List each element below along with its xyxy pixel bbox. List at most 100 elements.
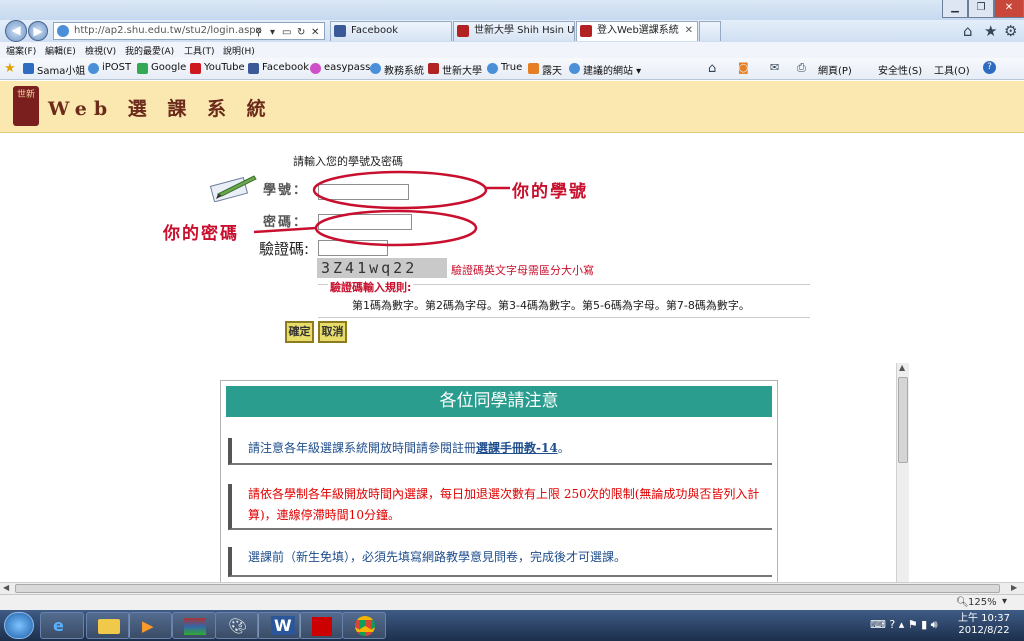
taskbar-clock[interactable]: 上午 10:37 2012/8/22 [958, 613, 1010, 637]
mail-icon[interactable]: ✉ [770, 61, 779, 74]
tab-label: 世新大學 Shih Hsin Un... [474, 25, 575, 36]
gear-icon[interactable]: ⚙ [1004, 22, 1017, 40]
ie-icon [487, 63, 498, 74]
chrome-icon [355, 616, 375, 636]
compatibility-icon[interactable]: ▭ [282, 25, 291, 41]
taskbar-explorer[interactable] [86, 612, 130, 639]
fav-label: 建議的網站 [583, 66, 633, 77]
captcha-rule-title: 驗證碼輸入規則: [328, 279, 414, 295]
search-icon[interactable]: ⚲ [255, 25, 262, 41]
cancel-button[interactable]: 取消 [318, 321, 347, 343]
play-icon: ▶ [142, 617, 154, 635]
print-icon[interactable]: ⎙ [797, 61, 806, 75]
scroll-up-icon[interactable]: ▲ [899, 363, 905, 372]
ruten-icon [528, 63, 539, 74]
menu-edit[interactable]: 編輯(E) [45, 44, 76, 57]
minimize-button[interactable]: ▁ [942, 0, 968, 18]
taskbar-chrome[interactable] [342, 612, 386, 639]
taskbar-word[interactable]: W [257, 612, 301, 639]
maximize-button[interactable]: ❐ [968, 0, 994, 18]
taskbar-acrobat[interactable] [299, 612, 343, 639]
favorites-bar: ★ Sama小姐 iPOST Google YouTube Facebook e… [0, 58, 1024, 80]
facebook-icon [334, 25, 346, 37]
password-arrow-line [253, 226, 317, 234]
fav-youtube[interactable]: YouTube [190, 62, 245, 74]
fav-suggested[interactable]: 建議的網站 ▾ [569, 62, 641, 77]
stop-icon[interactable]: ✕ [311, 25, 319, 41]
cmd-tools[interactable]: 工具(O) [934, 62, 970, 77]
fav-academic[interactable]: 教務系統 [370, 62, 424, 77]
scroll-left-icon[interactable]: ◀ [3, 583, 9, 592]
fav-google[interactable]: Google [137, 62, 186, 74]
taskbar-ie[interactable]: e [40, 612, 84, 639]
taskbar-winrar[interactable] [172, 612, 216, 639]
favorites-star-icon[interactable]: ★ [4, 61, 16, 76]
refresh-icon[interactable]: ↻ [297, 25, 305, 41]
ie-icon [569, 63, 580, 74]
annotation-password: 你的密碼 [163, 224, 239, 244]
menu-bar: 檔案(F) 編輯(E) 檢視(V) 我的最愛(A) 工具(T) 說明(H) [0, 42, 1024, 58]
favorites-star-icon[interactable]: ★ [984, 22, 997, 40]
close-tab-icon[interactable]: ✕ [685, 22, 693, 40]
archive-icon [184, 618, 206, 635]
fav-easypass[interactable]: easypass [310, 62, 371, 74]
fav-facebook[interactable]: Facebook [248, 62, 309, 74]
tab-facebook[interactable]: Facebook [330, 21, 452, 41]
fav-ipost[interactable]: iPOST [88, 62, 131, 74]
cmd-safety[interactable]: 安全性(S) [878, 62, 922, 77]
back-button[interactable]: ◀ [5, 20, 27, 42]
ok-button[interactable]: 確定 [285, 321, 314, 343]
menu-help[interactable]: 說明(H) [223, 44, 255, 57]
taskbar-paint[interactable]: 🎨︎ [215, 612, 259, 639]
bookmark-icon [23, 63, 34, 74]
notice-item-2: 請依各學制各年級開放時間內選課，每日加退選次數有上限 250次的限制(無論成功與… [228, 484, 772, 530]
fav-ruten[interactable]: 露天 [528, 62, 562, 77]
address-bar[interactable]: http://ap2.shu.edu.tw/stu2/login.aspx ⚲ … [53, 22, 325, 40]
rss-icon[interactable]: ◙ [738, 61, 749, 74]
menu-view[interactable]: 檢視(V) [85, 44, 116, 57]
vertical-scrollbar[interactable]: ▲ [896, 363, 909, 582]
start-button[interactable] [4, 612, 34, 639]
fav-true[interactable]: True [487, 62, 522, 74]
menu-favorites[interactable]: 我的最愛(A) [125, 44, 174, 57]
chevron-down-icon[interactable]: ▾ [1002, 596, 1007, 607]
ie-icon: e [53, 616, 64, 635]
forward-button[interactable]: ▶ [28, 21, 48, 41]
fav-shu[interactable]: 世新大學 [428, 62, 482, 77]
zoom-level[interactable]: 125% [968, 597, 997, 608]
new-tab-button[interactable] [699, 21, 721, 41]
address-url: http://ap2.shu.edu.tw/stu2/login.aspx [74, 25, 262, 36]
taskbar-media[interactable]: ▶ [128, 612, 172, 639]
fav-label: easypass [324, 62, 371, 73]
dropdown-icon[interactable]: ▾ [270, 25, 275, 41]
university-logo: 世新 [13, 86, 39, 126]
close-window-button[interactable]: ✕ [994, 0, 1024, 18]
folder-icon [98, 619, 120, 634]
scroll-right-icon[interactable]: ▶ [1011, 583, 1017, 592]
hscroll-thumb[interactable] [15, 584, 1000, 593]
annotation-student-id: 你的學號 [512, 182, 588, 202]
fav-label: 世新大學 [442, 66, 482, 77]
home-icon[interactable]: ⌂ [708, 61, 716, 76]
tab-shih-hsin[interactable]: 世新大學 Shih Hsin Un... [453, 21, 575, 41]
menu-tools[interactable]: 工具(T) [184, 44, 215, 57]
tab-label: 登入Web選課系統 [597, 25, 679, 36]
clock-time: 上午 10:37 [958, 613, 1010, 624]
window-titlebar: ▁ ❐ ✕ [0, 0, 1024, 20]
fav-sama[interactable]: Sama小姐 [23, 62, 85, 77]
captcha-case-note: 驗證碼英文字母需區分大小寫 [451, 264, 594, 277]
zoom-icon[interactable]: 🔍︎ [956, 597, 969, 608]
help-icon[interactable]: ? [983, 61, 996, 74]
scroll-thumb[interactable] [898, 377, 908, 463]
ie-icon [370, 63, 381, 74]
flower-icon [310, 63, 321, 74]
tray-icons[interactable]: ⌨ ? ▴ ⚑ ▮ 🔊︎ [870, 618, 938, 632]
tab-login-active[interactable]: 登入Web選課系統 ✕ [576, 21, 698, 41]
menu-file[interactable]: 檔案(F) [6, 44, 36, 57]
university-icon [428, 63, 439, 74]
home-icon[interactable]: ⌂ [963, 22, 973, 40]
system-title: Web 選 課 系 統 [48, 98, 273, 120]
horizontal-scrollbar[interactable]: ◀ ▶ [0, 582, 1024, 594]
course-handbook-link[interactable]: 選課手冊教-14 [476, 441, 558, 455]
cmd-page[interactable]: 網頁(P) [818, 62, 852, 77]
